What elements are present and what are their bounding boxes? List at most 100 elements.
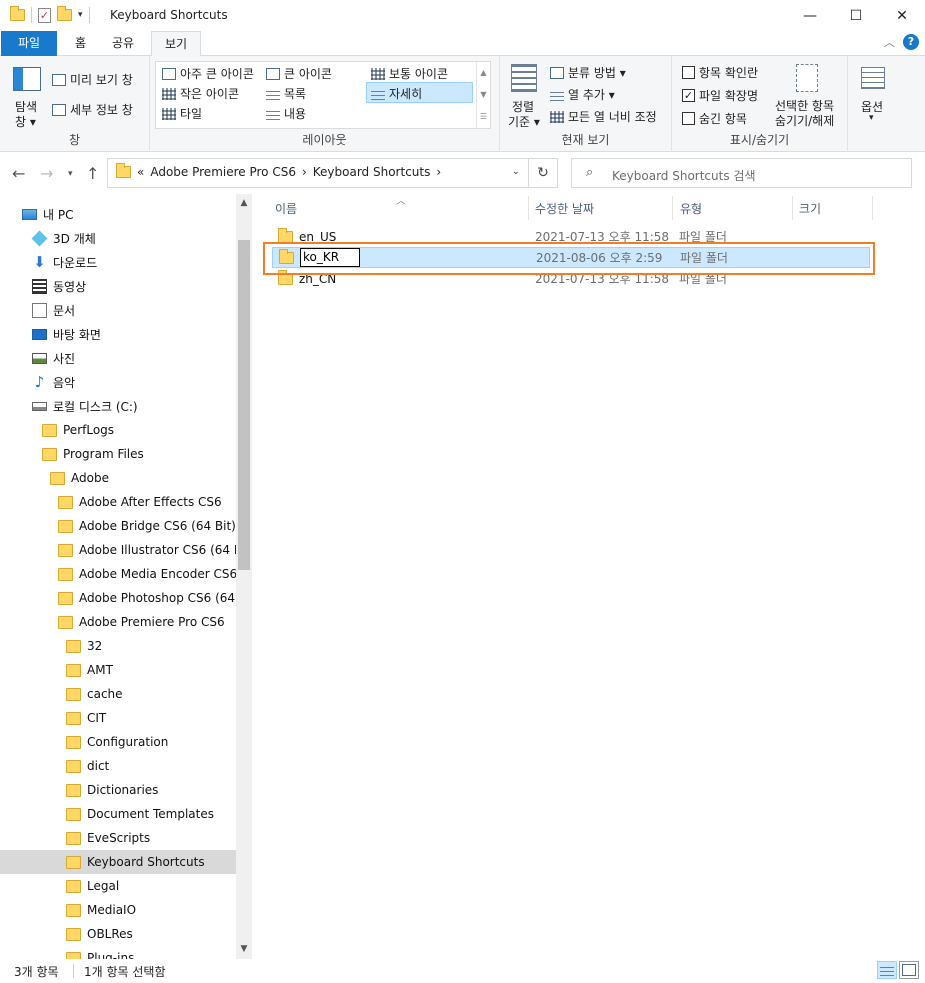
file-extensions-checkbox[interactable]: ✓ [682,89,695,102]
nav-tree-item[interactable]: Adobe Photoshop CS6 (64 Bi [0,586,236,610]
navigation-pane-scrollbar[interactable]: ▲ ▼ [236,194,252,959]
nav-tree-item[interactable]: 로컬 디스크 (C:) [0,394,236,418]
nav-tree-item[interactable]: 동영상 [0,274,236,298]
file-extensions-toggle[interactable]: ✓ 파일 확장명 [682,87,758,104]
address-history-chevron-down-icon[interactable]: ⌄ [512,166,520,177]
tab-view[interactable]: 보기 [151,31,202,57]
layout-medium-icons[interactable]: 보통 아이콘 [371,65,448,82]
options-icon[interactable] [861,67,885,89]
minimize-button[interactable]: — [787,0,833,31]
breadcrumb-keyboard-shortcuts[interactable]: Keyboard Shortcuts [313,165,431,179]
nav-tree-item[interactable]: ♪ 음악 [0,370,236,394]
collapse-ribbon-chevron-up-icon[interactable]: ︿ [884,34,895,50]
new-folder-icon[interactable] [57,6,72,21]
scrollbar-thumb[interactable] [238,240,250,570]
nav-tree-item[interactable]: PerfLogs [0,418,236,442]
nav-tree-item[interactable]: EveScripts [0,826,236,850]
properties-icon[interactable]: ✓ [38,7,51,23]
nav-tree-item[interactable]: dict [0,754,236,778]
nav-tree-item[interactable]: Adobe [0,466,236,490]
nav-tree-item[interactable]: Adobe Bridge CS6 (64 Bit) [0,514,236,538]
large-icons-view-button[interactable] [899,961,919,979]
search-box[interactable]: ⌕ Keyboard Shortcuts 검색 [571,158,912,188]
search-input[interactable]: Keyboard Shortcuts 검색 [612,167,755,184]
nav-tree-item[interactable]: Plug-ins [0,946,236,959]
column-divider[interactable] [528,196,529,220]
item-checkboxes-checkbox[interactable] [682,66,695,79]
hidden-items-toggle[interactable]: 숨긴 항목 [682,110,747,127]
address-overflow[interactable]: « [137,165,144,179]
nav-tree-item[interactable]: Adobe Premiere Pro CS6 [0,610,236,634]
layout-tiles[interactable]: 타일 [162,105,202,122]
breadcrumb-adobe-premiere-pro-cs6[interactable]: Adobe Premiere Pro CS6 [150,165,296,179]
tab-home[interactable]: 홈 [62,31,99,56]
layout-content[interactable]: 내용 [266,105,306,122]
layout-gallery-scroll[interactable]: ▲ ▼ ☰ [476,62,490,128]
help-icon[interactable]: ? [903,34,919,50]
add-columns-button[interactable]: 열 추가 ▾ [550,86,615,103]
nav-tree-item[interactable]: Keyboard Shortcuts [0,850,236,874]
options-chevron-down-icon[interactable]: ▾ [869,113,874,123]
nav-tree-item[interactable]: 32 [0,634,236,658]
nav-tree-item[interactable]: Document Templates [0,802,236,826]
breadcrumb-separator-icon[interactable]: › [302,165,307,179]
hide-selected-button-line2[interactable]: 숨기기/해제 [775,112,834,129]
details-view-button[interactable] [877,961,897,979]
maximize-button[interactable]: ☐ [833,0,879,31]
column-header-size[interactable]: 크기 [799,200,821,217]
group-by-button[interactable]: 분류 방법 ▾ [550,64,626,81]
preview-pane-button[interactable]: 미리 보기 창 [52,71,133,88]
recent-locations-chevron-down-icon[interactable]: ▾ [68,169,73,179]
column-divider[interactable] [792,196,793,220]
layout-small-icons[interactable]: 작은 아이콘 [162,85,239,102]
breadcrumb-separator-icon[interactable]: › [436,165,441,179]
column-divider[interactable] [672,196,673,220]
column-header-name[interactable]: 이름 [275,200,297,217]
nav-tree-item[interactable]: Legal [0,874,236,898]
nav-tree-item[interactable]: Dictionaries [0,778,236,802]
nav-tree-item[interactable]: cache [0,682,236,706]
tab-share[interactable]: 공유 [99,31,147,56]
nav-tree-item[interactable]: 내 PC [0,202,236,226]
hide-selected-icon[interactable] [796,64,818,92]
close-button[interactable]: ✕ [879,0,925,31]
customize-toolbar-chevron-down-icon[interactable]: ▾ [78,10,83,20]
forward-arrow-icon[interactable]: → [40,164,53,183]
column-header-modified[interactable]: 수정한 날짜 [535,200,594,217]
layout-large-icons[interactable]: 큰 아이콘 [266,65,332,82]
nav-tree-item[interactable]: Adobe Media Encoder CS6 [0,562,236,586]
nav-tree-item[interactable]: 문서 [0,298,236,322]
nav-tree-item[interactable]: 사진 [0,346,236,370]
column-header-type[interactable]: 유형 [680,200,702,217]
nav-tree-item[interactable]: AMT [0,658,236,682]
nav-tree-item[interactable]: CIT [0,706,236,730]
nav-tree-item[interactable]: Program Files [0,442,236,466]
details-pane-button[interactable]: 세부 정보 창 [52,101,133,118]
layout-list[interactable]: 목록 [266,85,306,102]
nav-tree-item[interactable]: MediaIO [0,898,236,922]
layout-details[interactable]: 자세히 [371,85,422,102]
navigation-pane-dropdown[interactable]: 창 ▾ [15,113,36,130]
sort-by-icon[interactable] [511,64,537,92]
up-arrow-icon[interactable]: ↑ [86,164,99,183]
scroll-down-arrow-icon[interactable]: ▼ [236,944,252,954]
tab-file[interactable]: 파일 [1,31,57,56]
nav-tree-item[interactable]: Configuration [0,730,236,754]
sort-by-dropdown[interactable]: 기준 ▾ [508,113,540,130]
column-divider[interactable] [872,196,873,220]
layout-xl-icons[interactable]: 아주 큰 아이콘 [162,65,254,82]
item-checkboxes-toggle[interactable]: 항목 확인란 [682,64,758,81]
refresh-button[interactable]: ↻ [528,158,558,188]
size-all-columns-button[interactable]: 모든 열 너비 조정 [550,108,657,125]
nav-tree-item[interactable]: Adobe Illustrator CS6 (64 Bit) [0,538,236,562]
back-arrow-icon[interactable]: ← [12,164,25,183]
nav-tree-item[interactable]: ⬇ 다운로드 [0,250,236,274]
hidden-items-checkbox[interactable] [682,112,695,125]
scroll-up-arrow-icon[interactable]: ▲ [236,198,252,208]
nav-tree-item[interactable]: Adobe After Effects CS6 [0,490,236,514]
address-bar[interactable]: « Adobe Premiere Pro CS6 › Keyboard Shor… [107,158,529,188]
nav-tree-item[interactable]: OBLRes [0,922,236,946]
navigation-pane-icon[interactable] [13,67,41,91]
nav-tree-item[interactable]: 3D 개체 [0,226,236,250]
nav-tree-item[interactable]: 바탕 화면 [0,322,236,346]
